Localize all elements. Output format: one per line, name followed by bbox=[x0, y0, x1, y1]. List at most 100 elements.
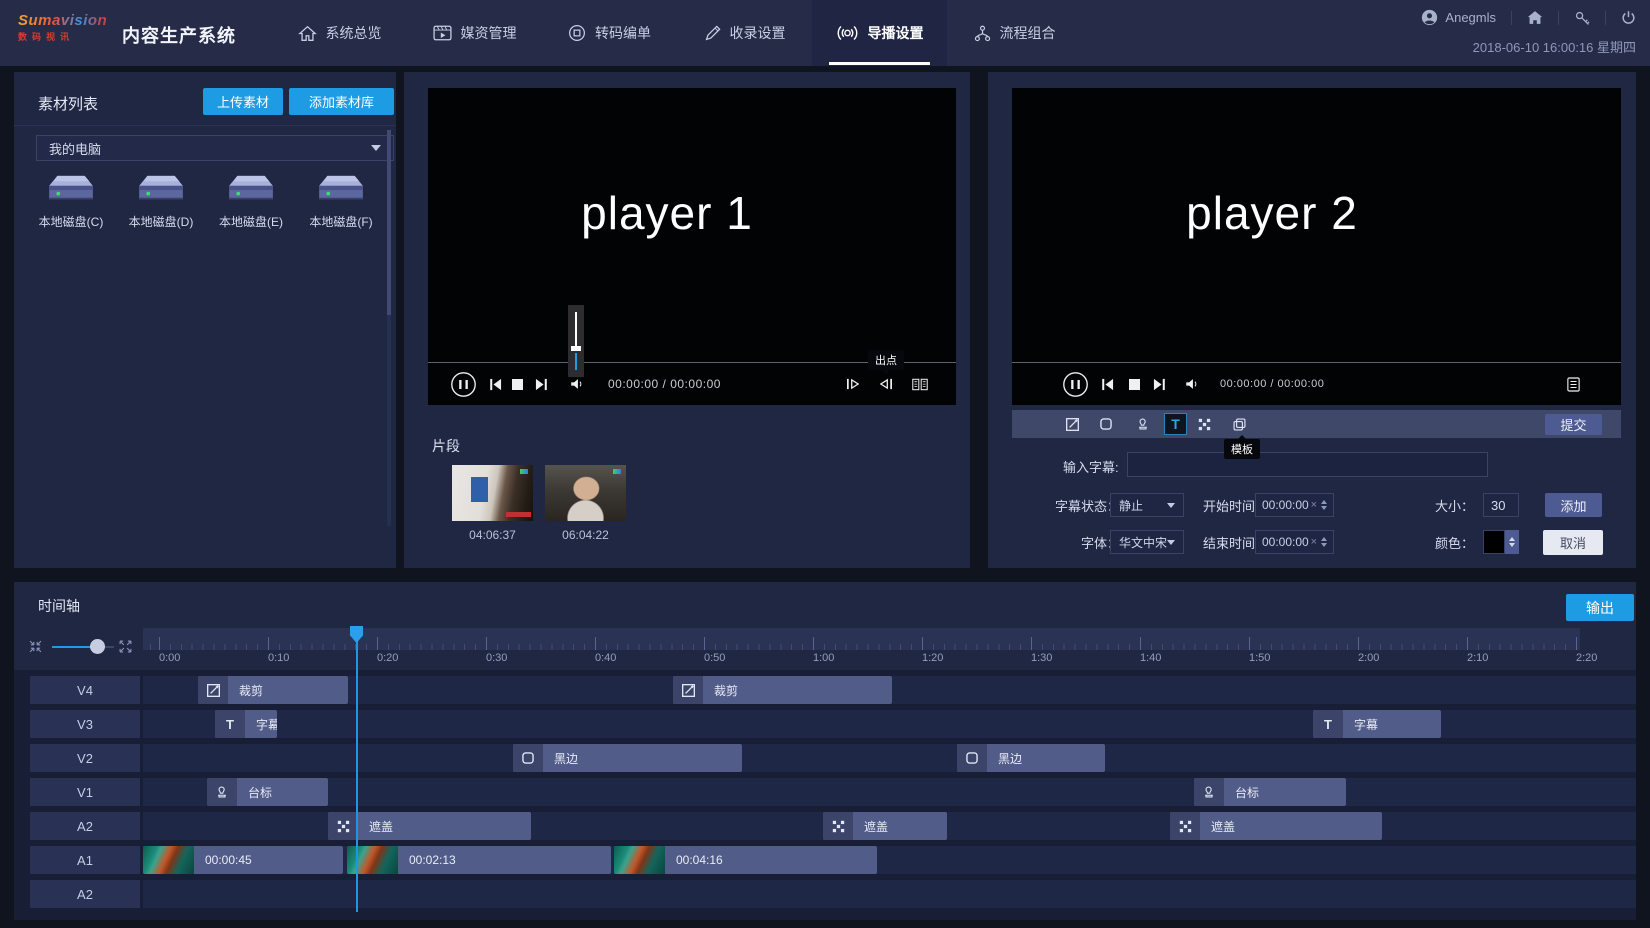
size-input[interactable]: 30 bbox=[1483, 493, 1519, 517]
end-time-input[interactable]: 00:00:00 × bbox=[1255, 530, 1334, 554]
disk-item[interactable]: 本地磁盘(D) bbox=[116, 172, 206, 230]
volume-icon[interactable] bbox=[1185, 363, 1200, 405]
clip-label: 黑边 bbox=[987, 744, 1022, 772]
key-icon[interactable] bbox=[1574, 10, 1590, 26]
timeline-clip[interactable]: 遮盖 bbox=[823, 812, 947, 840]
add-library-button[interactable]: 添加素材库 bbox=[289, 88, 394, 115]
stop-button[interactable] bbox=[1129, 363, 1140, 405]
nav-item-label: 导播设置 bbox=[868, 23, 924, 43]
clip-timestamp: 04:06:37 bbox=[452, 528, 533, 542]
nav-item-director[interactable]: 导播设置 bbox=[812, 0, 947, 66]
disk-item[interactable]: 本地磁盘(F) bbox=[296, 172, 386, 230]
timeline-clip[interactable]: 00:04:16 bbox=[614, 846, 877, 874]
timeline-clip[interactable]: 00:02:13 bbox=[347, 846, 611, 874]
stepper-icon[interactable] bbox=[1505, 530, 1519, 554]
mask-tool-icon[interactable] bbox=[1190, 410, 1218, 438]
user-avatar-icon[interactable] bbox=[1421, 9, 1438, 26]
chevron-down-icon bbox=[1167, 503, 1175, 508]
timeline-clip[interactable]: 遮盖 bbox=[328, 812, 531, 840]
black-border-tool-icon[interactable] bbox=[1092, 410, 1120, 438]
location-dropdown[interactable]: 我的电脑 bbox=[36, 135, 394, 161]
track-lane[interactable]: 00:00:4500:02:1300:04:16 bbox=[143, 846, 1636, 874]
username[interactable]: Anegmls bbox=[1445, 10, 1496, 25]
nav-item-overview[interactable]: 系统总览 bbox=[272, 0, 407, 66]
timeline-clip[interactable]: 黑边 bbox=[513, 744, 742, 772]
datetime: 2018-06-10 16:00:16 星期四 bbox=[1473, 37, 1636, 56]
next-frame-button[interactable] bbox=[1153, 363, 1166, 405]
home-icon[interactable] bbox=[1527, 10, 1543, 25]
logo-stamp-tool-icon[interactable] bbox=[1129, 410, 1157, 438]
segments-icon[interactable] bbox=[912, 363, 928, 405]
nav-item-transcode[interactable]: 转码编单 bbox=[542, 0, 677, 66]
timeline-clip[interactable]: 00:00:45 bbox=[143, 846, 343, 874]
volume-icon[interactable] bbox=[570, 363, 585, 405]
player1-video[interactable]: player 1 00:00:00 / 00:00:00 出点 bbox=[428, 88, 956, 405]
subtitle-status-dropdown[interactable]: 静止 bbox=[1110, 493, 1184, 517]
ruler-label: 0:00 bbox=[159, 652, 180, 664]
volume-handle[interactable] bbox=[571, 346, 581, 351]
playlist-icon[interactable] bbox=[1567, 363, 1580, 405]
timeline-clip[interactable]: 遮盖 bbox=[1170, 812, 1382, 840]
in-point-icon[interactable] bbox=[846, 363, 860, 405]
timeline-clip[interactable]: T字幕 bbox=[1313, 710, 1441, 738]
clear-icon[interactable]: × bbox=[1311, 536, 1317, 548]
clear-icon[interactable]: × bbox=[1311, 499, 1317, 511]
scrollbar-thumb[interactable] bbox=[387, 130, 391, 315]
add-button[interactable]: 添加 bbox=[1545, 493, 1602, 517]
next-frame-button[interactable] bbox=[535, 363, 548, 405]
disk-icon bbox=[47, 172, 95, 205]
pause-button[interactable] bbox=[1062, 363, 1089, 405]
upload-material-button[interactable]: 上传素材 bbox=[203, 88, 283, 115]
timeline-clip[interactable]: 裁剪 bbox=[198, 676, 348, 704]
track-lane[interactable]: 台标 台标 bbox=[143, 778, 1636, 806]
color-swatch[interactable] bbox=[1483, 530, 1505, 554]
scrollbar[interactable] bbox=[387, 130, 391, 526]
nav-item-media[interactable]: 媒资管理 bbox=[407, 0, 542, 66]
start-time-value: 00:00:00 bbox=[1262, 498, 1309, 512]
timeline-clip[interactable]: 黑边 bbox=[957, 744, 1105, 772]
clip-card[interactable]: 04:06:37 bbox=[452, 465, 533, 542]
stepper-icon[interactable] bbox=[1321, 500, 1327, 510]
track-lane[interactable]: 黑边 黑边 bbox=[143, 744, 1636, 772]
track-lane[interactable]: 遮盖 遮盖 遮盖 bbox=[143, 812, 1636, 840]
track-label: V2 bbox=[30, 744, 140, 772]
disk-item[interactable]: 本地磁盘(C) bbox=[26, 172, 116, 230]
player2-video[interactable]: player 2 00:00:00 / 00:00:00 bbox=[1012, 88, 1621, 405]
disk-item[interactable]: 本地磁盘(E) bbox=[206, 172, 296, 230]
subtitle-tool-icon[interactable]: T bbox=[1164, 413, 1187, 435]
color-picker[interactable] bbox=[1483, 530, 1519, 554]
timeline-clip[interactable]: 台标 bbox=[1194, 778, 1346, 806]
clip-card[interactable]: 06:04:22 bbox=[545, 465, 626, 542]
start-time-input[interactable]: 00:00:00 × bbox=[1255, 493, 1334, 517]
crop-tool-icon[interactable] bbox=[1058, 410, 1086, 438]
track-lane[interactable] bbox=[143, 880, 1636, 908]
track-lane[interactable]: 裁剪 裁剪 bbox=[143, 676, 1636, 704]
disk-icon bbox=[227, 172, 275, 205]
template-tool-icon[interactable] bbox=[1225, 410, 1253, 438]
timeline-clip[interactable]: T字幕 bbox=[215, 710, 277, 738]
flow-icon bbox=[974, 25, 991, 42]
divider bbox=[1558, 11, 1559, 25]
font-dropdown[interactable]: 华文中宋 bbox=[1110, 530, 1184, 554]
pause-button[interactable] bbox=[450, 363, 477, 405]
timeline-clip[interactable]: 裁剪 bbox=[673, 676, 892, 704]
nav-item-label: 流程组合 bbox=[1000, 23, 1056, 43]
disk-label: 本地磁盘(D) bbox=[129, 213, 194, 230]
brand-logo[interactable]: Sumavision 数码视讯 bbox=[18, 12, 122, 43]
power-icon[interactable] bbox=[1621, 10, 1636, 25]
track-lane[interactable]: T字幕 T字幕 bbox=[143, 710, 1636, 738]
stop-button[interactable] bbox=[512, 363, 523, 405]
subtitle-input[interactable] bbox=[1127, 452, 1488, 477]
output-button[interactable]: 输出 bbox=[1566, 594, 1634, 621]
prev-frame-button[interactable] bbox=[489, 363, 502, 405]
cancel-button[interactable]: 取消 bbox=[1543, 530, 1603, 555]
track-label: A1 bbox=[30, 846, 140, 874]
stepper-icon[interactable] bbox=[1321, 537, 1327, 547]
submit-button[interactable]: 提交 bbox=[1545, 414, 1602, 435]
nav-item-record[interactable]: 收录设置 bbox=[677, 0, 812, 66]
director-icon bbox=[836, 24, 859, 42]
prev-frame-button[interactable] bbox=[1101, 363, 1114, 405]
player2-panel: player 2 00:00:00 / 00:00:00 T 提交 模板 输入字… bbox=[988, 72, 1636, 568]
nav-item-flow[interactable]: 流程组合 bbox=[947, 0, 1082, 66]
timeline-clip[interactable]: 台标 bbox=[207, 778, 328, 806]
